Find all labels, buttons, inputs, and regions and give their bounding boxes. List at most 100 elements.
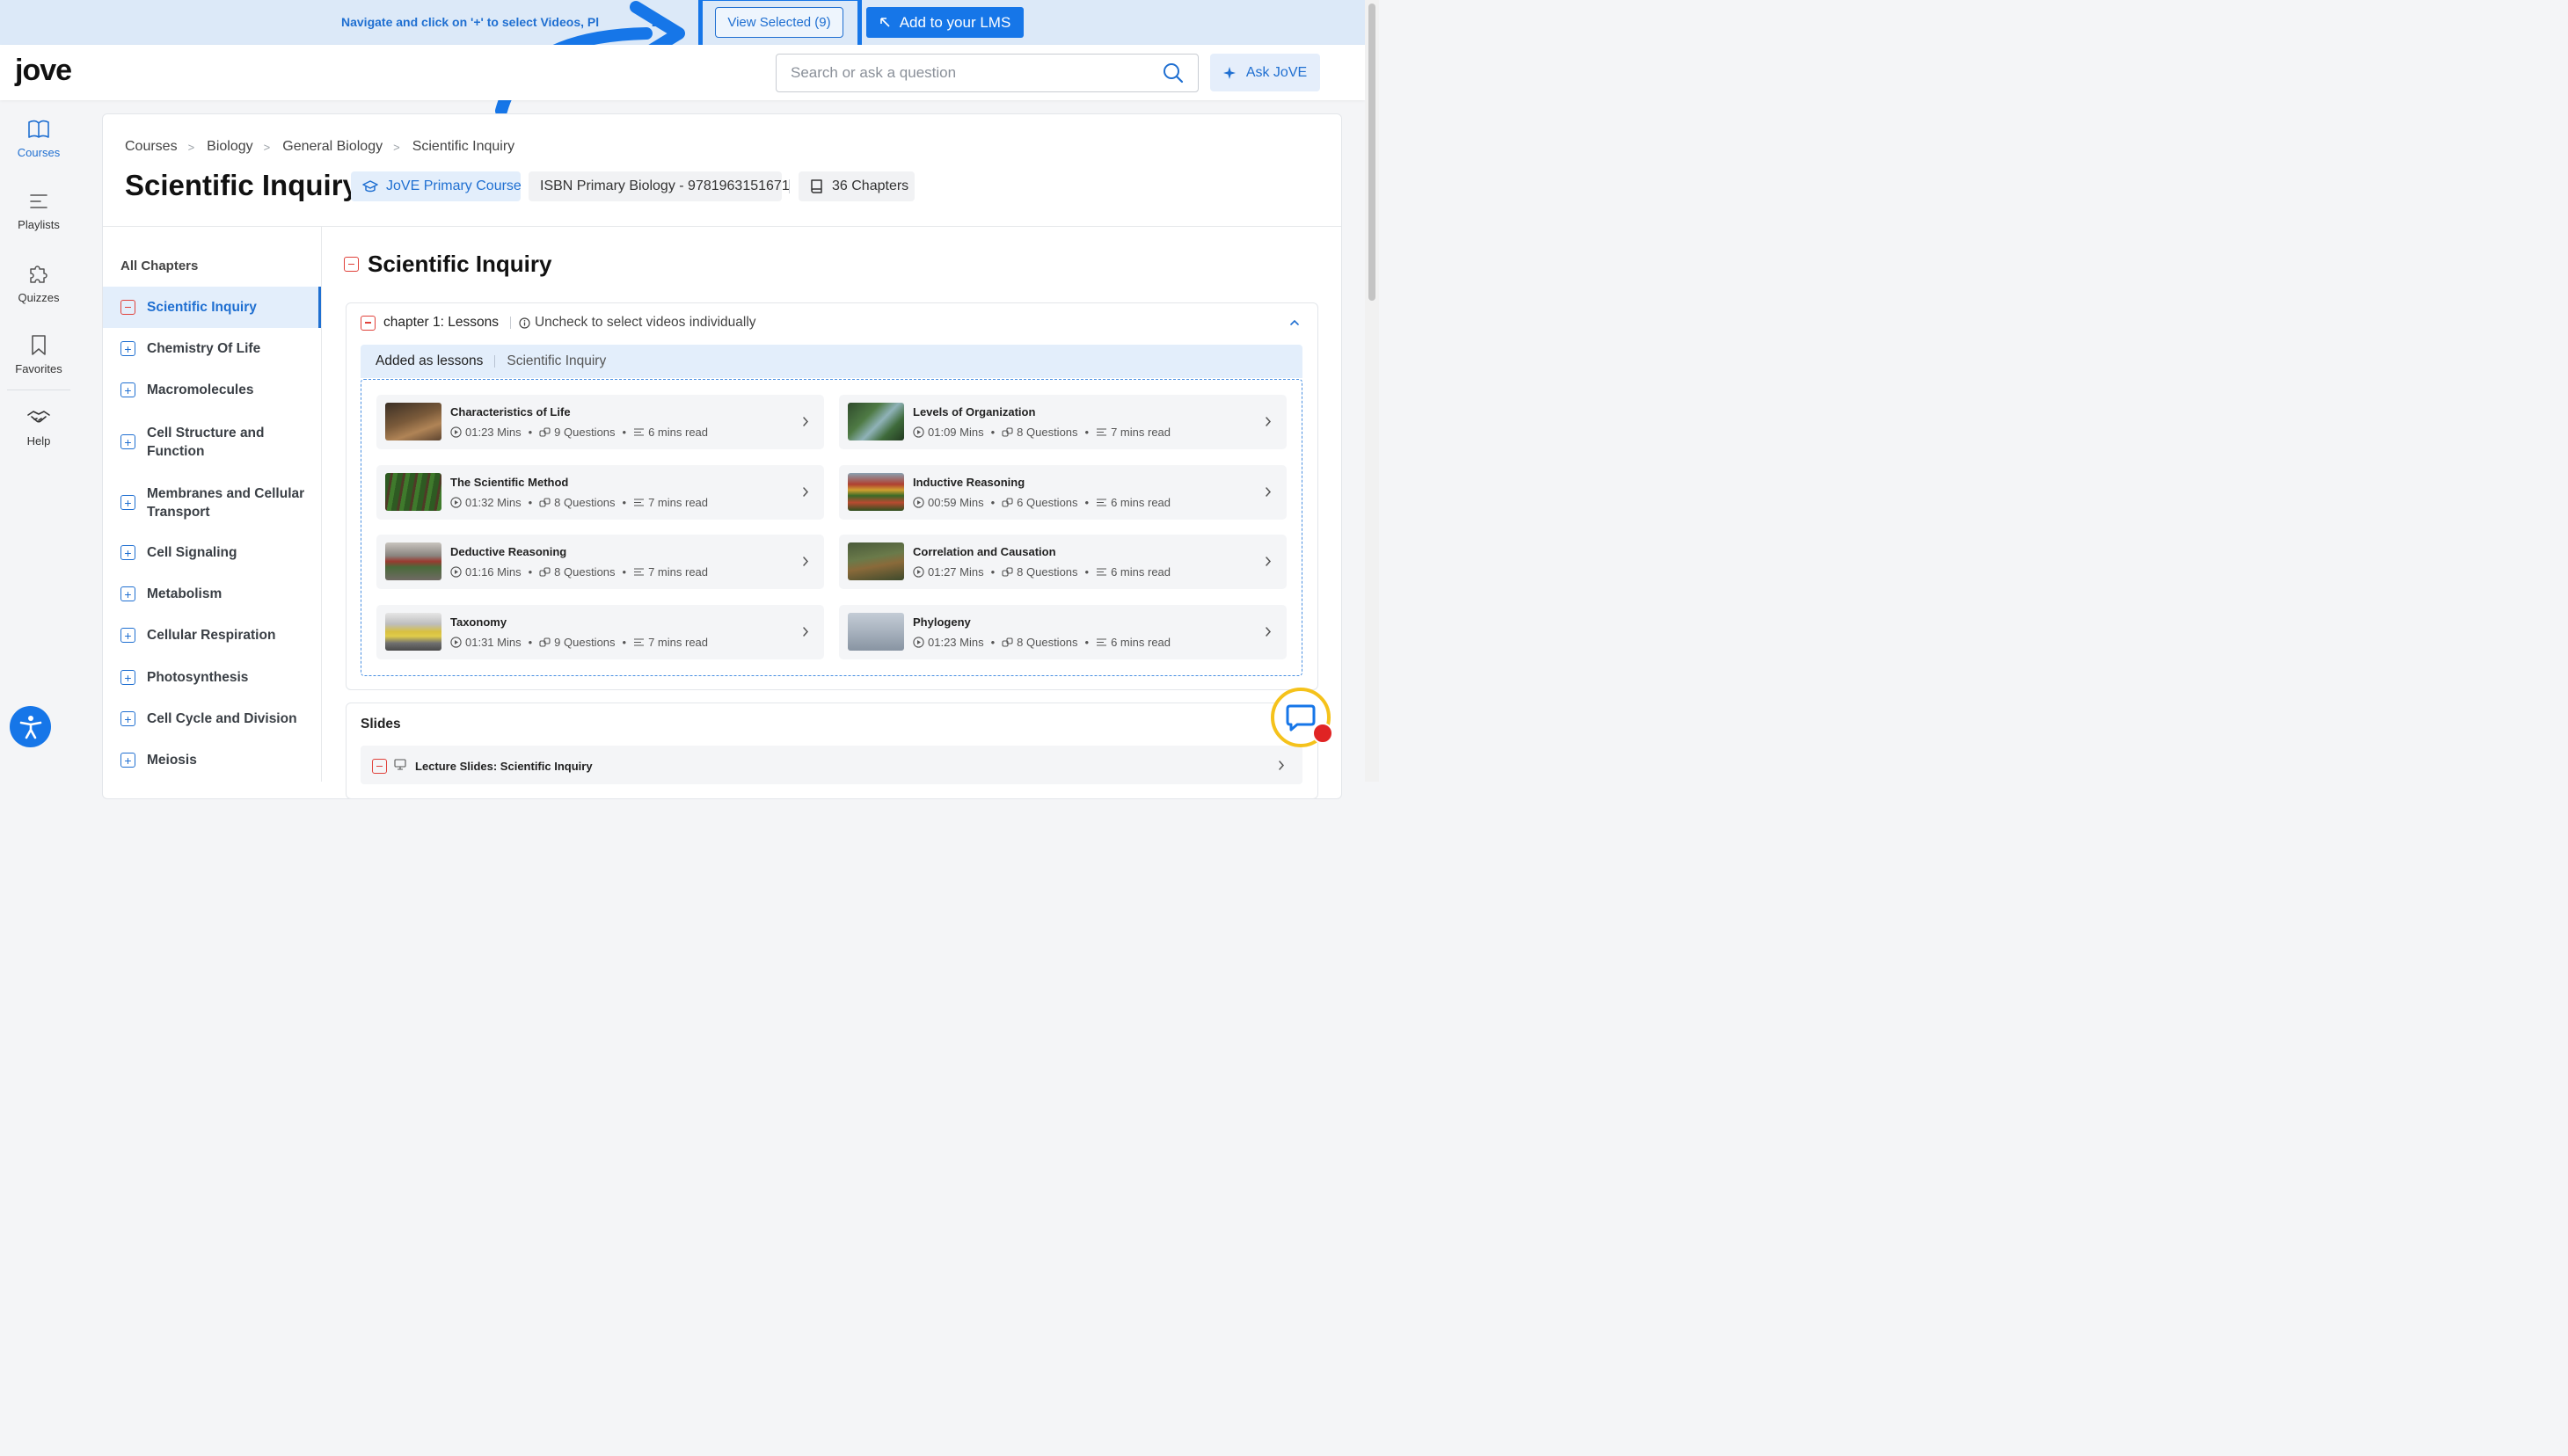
chapter-item-cell-structure[interactable]: + Cell Structure and Function (103, 422, 321, 462)
collapse-chevron-up-icon[interactable] (1288, 318, 1301, 327)
jove-logo[interactable]: jove (15, 54, 72, 88)
chevron-right-icon[interactable] (1265, 416, 1272, 427)
lesson-card-deductive-reasoning[interactable]: Deductive Reasoning 01:16 Mins • 8 Quest… (376, 535, 824, 589)
nav-divider (7, 389, 70, 390)
section-title: Scientific Inquiry (368, 251, 552, 277)
add-checkbox-icon[interactable]: + (120, 382, 135, 397)
play-icon (913, 566, 928, 578)
text-lines-icon (633, 566, 648, 578)
chapter-label: Cell Structure and Function (147, 425, 265, 459)
lesson-card-inductive-reasoning[interactable]: Inductive Reasoning 00:59 Mins • 6 Quest… (839, 465, 1287, 520)
add-checkbox-icon[interactable]: + (120, 628, 135, 643)
chevron-right-icon[interactable] (802, 556, 809, 567)
chapter-item-scientific-inquiry[interactable]: Scientific Inquiry (103, 287, 321, 328)
lesson-card-correlation-and-causation[interactable]: Correlation and Causation 01:27 Mins • 8… (839, 535, 1287, 589)
chapter-item-chemistry-of-life[interactable]: + Chemistry Of Life (103, 331, 321, 367)
chapter-label: Scientific Inquiry (147, 300, 257, 315)
chevron-right-icon[interactable] (1278, 760, 1285, 771)
nav-courses-label: Courses (17, 146, 61, 159)
add-checkbox-icon[interactable]: + (120, 341, 135, 356)
lesson-card-levels-of-organization[interactable]: Levels of Organization 01:09 Mins • 8 Qu… (839, 395, 1287, 449)
lesson-card-taxonomy[interactable]: Taxonomy 01:31 Mins • 9 Questions • 7 mi… (376, 605, 824, 659)
breadcrumb-chevron-icon: > (393, 140, 400, 154)
nav-help[interactable]: Help (0, 407, 77, 448)
chevron-right-icon[interactable] (802, 626, 809, 637)
panel-title-divider (509, 317, 511, 329)
remove-section-checkbox-icon[interactable] (344, 257, 359, 272)
add-checkbox-icon[interactable]: + (120, 545, 135, 560)
chapter-label: Chemistry Of Life (147, 341, 261, 356)
chapter-item-meiosis[interactable]: + Meiosis (103, 742, 321, 778)
search-icon[interactable] (1163, 62, 1184, 84)
lesson-card-scientific-method[interactable]: The Scientific Method 01:32 Mins • 8 Que… (376, 465, 824, 520)
chapter-label: Macromolecules (147, 382, 254, 397)
quiz-link-icon (539, 637, 554, 648)
lesson-thumbnail (848, 542, 904, 580)
add-checkbox-icon[interactable]: + (120, 670, 135, 685)
lesson-title: Taxonomy (450, 615, 507, 629)
scrollbar-thumb[interactable] (1368, 4, 1375, 301)
nav-playlists[interactable]: Playlists (0, 191, 77, 231)
top-banner: Navigate and click on '+' to select Vide… (0, 0, 1365, 45)
quiz-link-icon (1002, 637, 1017, 648)
arrow-up-left-icon (879, 17, 891, 28)
notification-dot (1312, 723, 1333, 744)
chapter-item-membranes[interactable]: + Membranes and Cellular Transport (103, 483, 321, 522)
slide-item-label: Lecture Slides: Scientific Inquiry (415, 760, 593, 773)
breadcrumb-general-biology[interactable]: General Biology (282, 139, 383, 155)
lesson-meta: 00:59 Mins • 6 Questions • 6 mins read (913, 496, 1171, 509)
chapter-item-cell-signaling[interactable]: + Cell Signaling (103, 535, 321, 571)
play-icon (913, 426, 928, 438)
add-to-lms-button[interactable]: Add to your LMS (866, 7, 1024, 38)
remove-lessons-checkbox-icon[interactable] (361, 315, 376, 331)
search-input[interactable] (789, 62, 1149, 84)
add-checkbox-icon[interactable]: + (120, 711, 135, 726)
lesson-card-phylogeny[interactable]: Phylogeny 01:23 Mins • 8 Questions • 6 m… (839, 605, 1287, 659)
chapter-item-photosynthesis[interactable]: + Photosynthesis (103, 659, 321, 695)
lessons-panel-header[interactable]: chapter 1: Lessons Uncheck to select vid… (361, 315, 756, 331)
breadcrumb-current: Scientific Inquiry (412, 139, 515, 154)
graduation-cap-icon (362, 179, 378, 193)
panel-title: chapter 1: Lessons (383, 315, 499, 330)
play-icon (450, 637, 465, 648)
chat-bubble-icon (1286, 703, 1316, 732)
primary-course-label: JoVE Primary Course (386, 178, 522, 193)
chevron-right-icon[interactable] (802, 416, 809, 427)
chapter-item-cell-cycle[interactable]: + Cell Cycle and Division (103, 701, 321, 737)
add-checkbox-icon[interactable]: + (120, 495, 135, 510)
nav-quizzes[interactable]: Quizzes (0, 262, 77, 304)
breadcrumb-courses[interactable]: Courses (125, 139, 178, 155)
play-icon (913, 497, 928, 508)
lesson-thumbnail (385, 542, 441, 580)
breadcrumb-biology[interactable]: Biology (207, 139, 252, 155)
accessibility-button[interactable] (10, 706, 51, 747)
text-lines-icon (1096, 566, 1111, 578)
lesson-thumbnail (385, 613, 441, 651)
lesson-thumbnail (385, 473, 441, 511)
chevron-right-icon[interactable] (1265, 626, 1272, 637)
chevron-right-icon[interactable] (802, 486, 809, 498)
add-checkbox-icon[interactable]: + (120, 586, 135, 601)
page-scrollbar[interactable] (1365, 0, 1379, 782)
nav-courses[interactable]: Courses (0, 119, 77, 159)
add-checkbox-icon[interactable]: + (120, 753, 135, 768)
slide-item-lecture[interactable]: Lecture Slides: Scientific Inquiry (361, 746, 1302, 784)
nav-favorites[interactable]: Favorites (0, 334, 77, 375)
quiz-link-icon (539, 426, 554, 438)
added-bar-divider (494, 355, 496, 368)
chevron-right-icon[interactable] (1265, 556, 1272, 567)
lesson-meta: 01:23 Mins • 9 Questions • 6 mins read (450, 426, 708, 439)
chevron-right-icon[interactable] (1265, 486, 1272, 498)
chapter-label: Photosynthesis (147, 670, 249, 685)
chapter-item-cellular-respiration[interactable]: + Cellular Respiration (103, 617, 321, 653)
lesson-duration: 01:27 Mins (928, 565, 984, 579)
lesson-card-characteristics-of-life[interactable]: Characteristics of Life 01:23 Mins • 9 Q… (376, 395, 824, 449)
slides-heading: Slides (361, 717, 401, 732)
chapter-item-metabolism[interactable]: + Metabolism (103, 576, 321, 612)
add-checkbox-icon[interactable]: + (120, 434, 135, 449)
remove-slide-checkbox-icon[interactable] (372, 759, 387, 774)
chapter-item-macromolecules[interactable]: + Macromolecules (103, 372, 321, 408)
ask-jove-button[interactable]: Ask JoVE (1210, 54, 1320, 91)
remove-checkbox-icon[interactable] (120, 300, 135, 315)
lesson-questions: 8 Questions (554, 496, 616, 509)
